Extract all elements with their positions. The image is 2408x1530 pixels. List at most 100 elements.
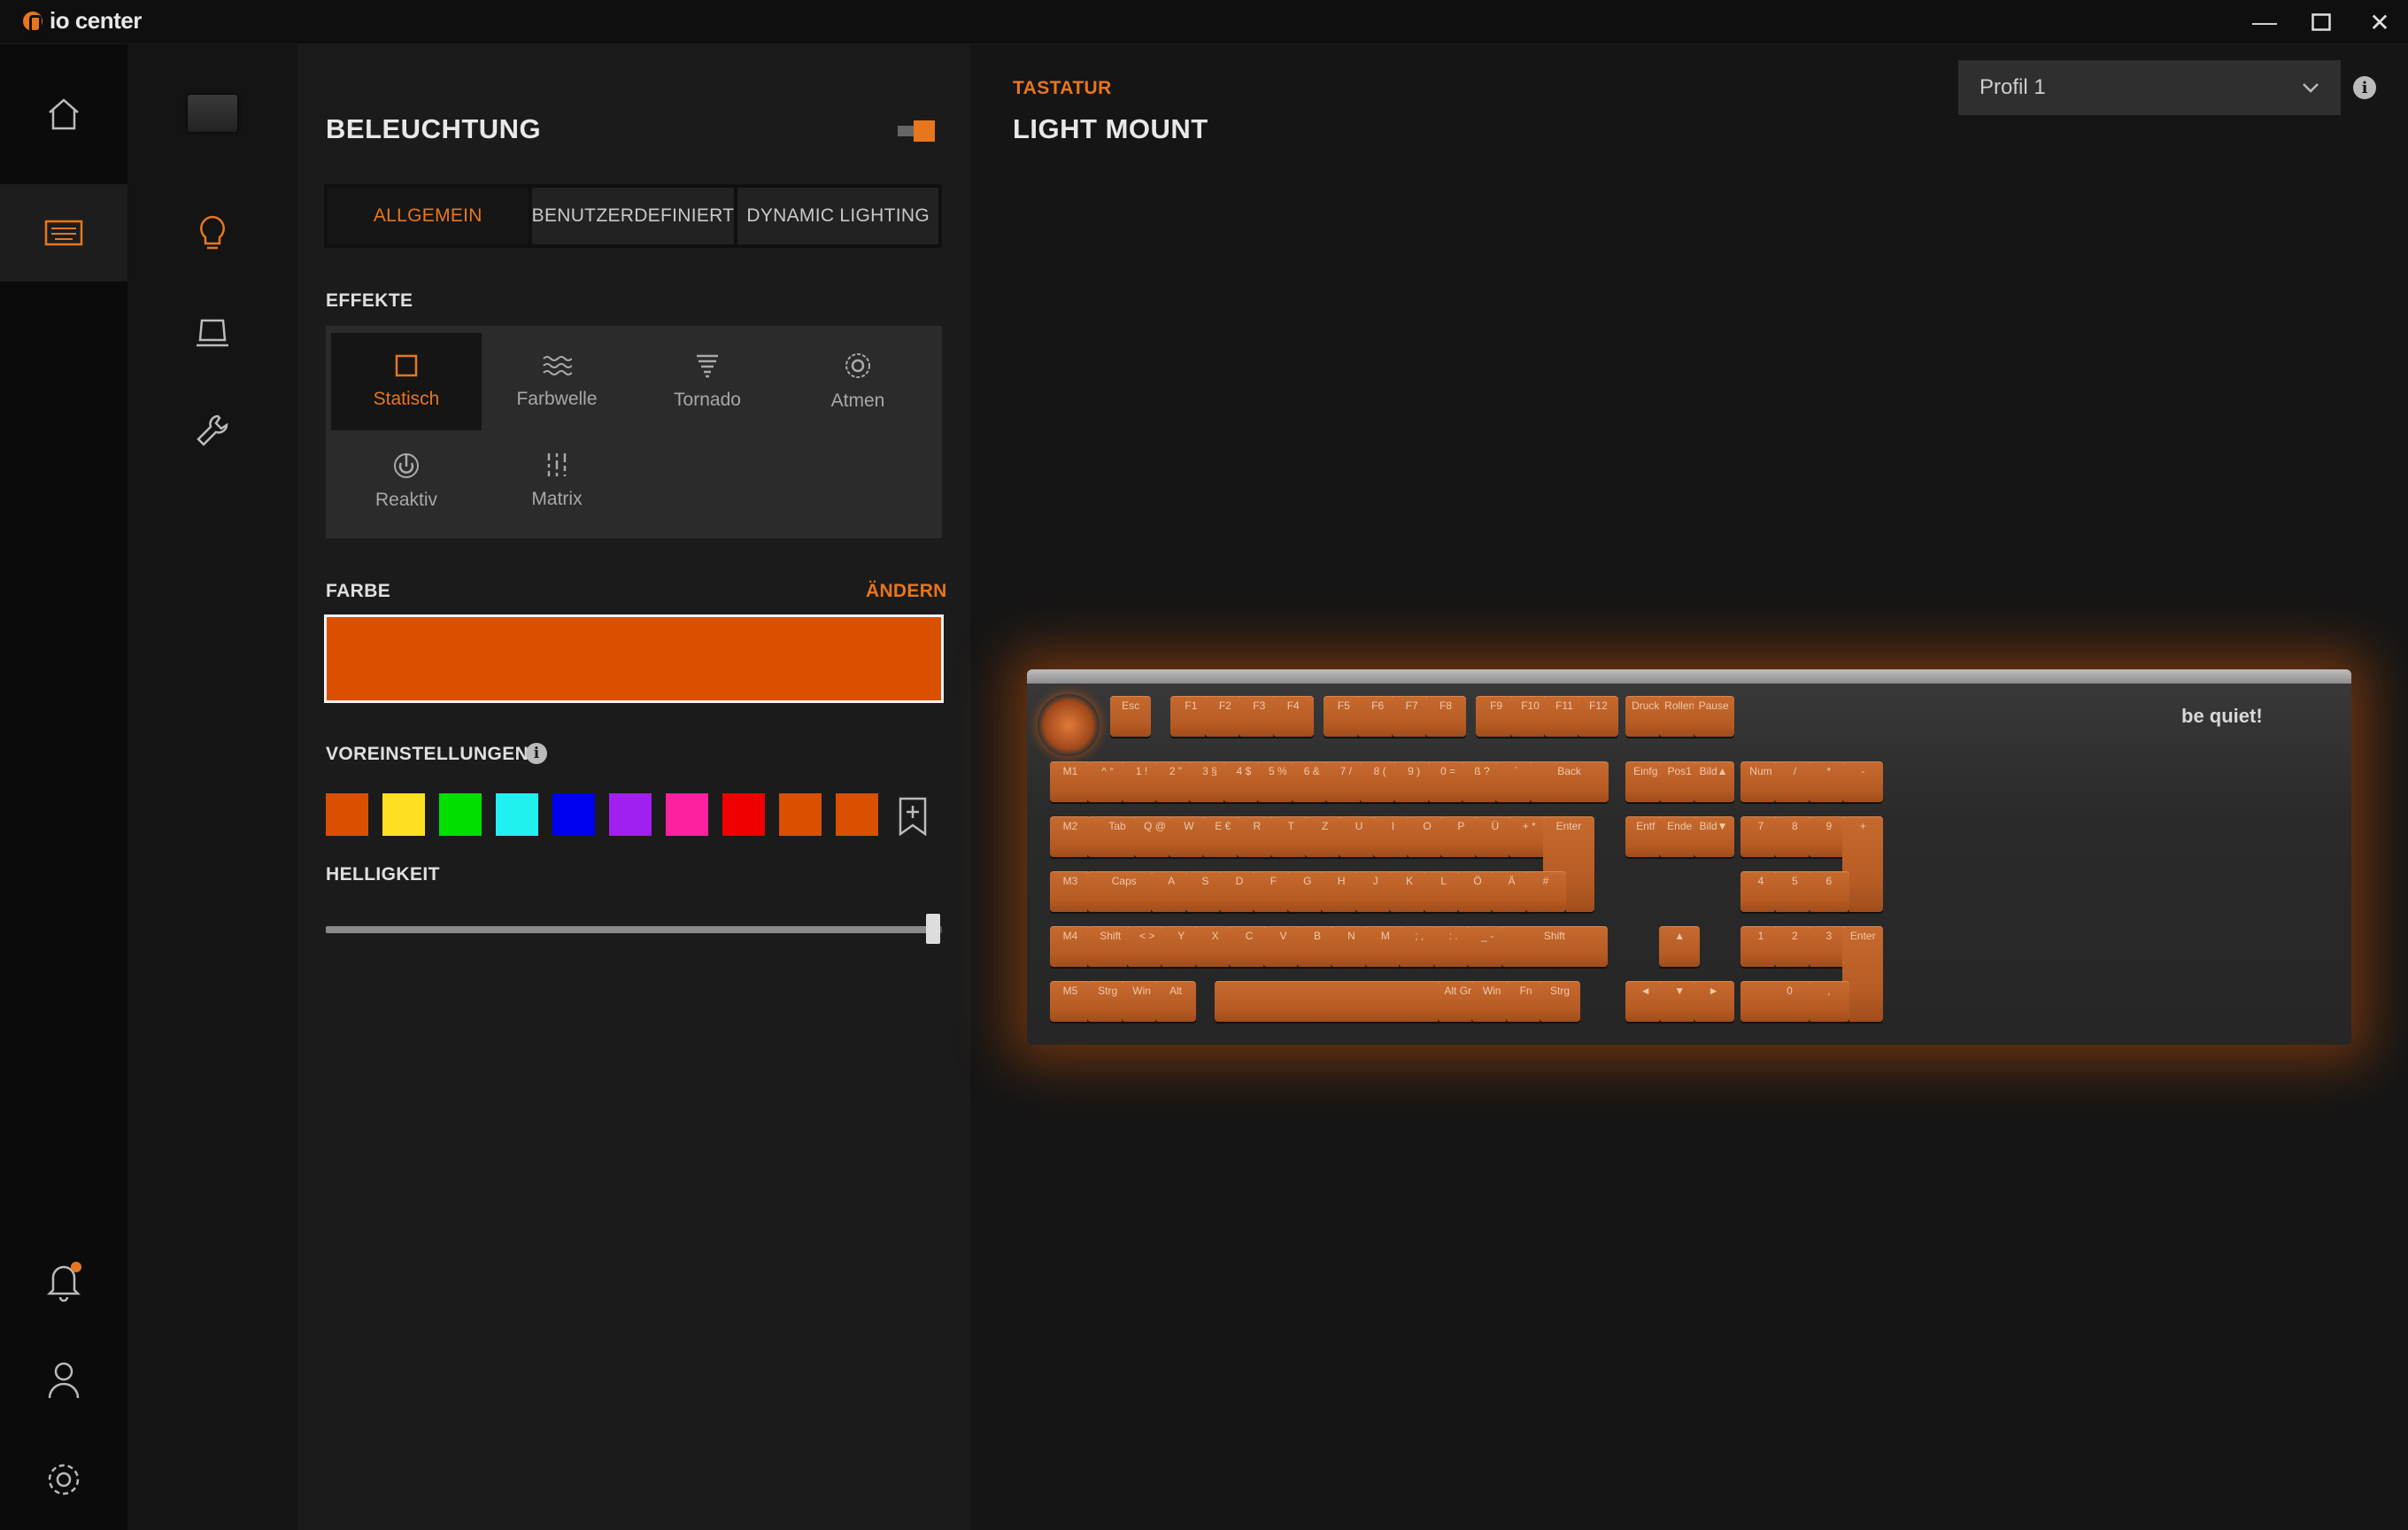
keyboard-key: Back	[1529, 761, 1609, 802]
keyboard-key: #	[1524, 871, 1566, 912]
nav-settings[interactable]	[0, 1431, 127, 1528]
keyboard-key: Pause	[1693, 696, 1734, 737]
preset-swatch[interactable]	[609, 793, 652, 836]
lightbulb-icon	[200, 215, 225, 250]
square-icon	[395, 354, 418, 377]
nav-home[interactable]	[0, 66, 127, 163]
profile-info-icon[interactable]: i	[2353, 76, 2376, 99]
maximize-button[interactable]	[2293, 0, 2350, 44]
keyboard-key: F4	[1272, 696, 1314, 737]
wrench-icon	[197, 414, 228, 446]
app-title: io center	[23, 7, 142, 35]
subnav-device-settings[interactable]	[127, 289, 297, 377]
keyboard-key: M2	[1050, 816, 1091, 857]
nav-keyboard[interactable]	[0, 184, 127, 282]
effect-label: Tornado	[674, 390, 741, 410]
profile-dropdown-value: Profil 1	[1980, 75, 2046, 99]
effects-grid: Statisch Farbwelle Tornado Atmen Reaktiv…	[326, 326, 942, 538]
keyboard-key: F8	[1425, 696, 1467, 737]
lighting-toggle[interactable]	[898, 120, 935, 142]
tornado-icon	[697, 354, 718, 378]
effect-label: Matrix	[531, 489, 583, 509]
keyboard-key: Bild▲	[1693, 761, 1734, 802]
save-preset-button[interactable]	[898, 797, 928, 840]
preset-swatch[interactable]	[326, 793, 368, 836]
panel-title: BELEUCHTUNG	[326, 113, 542, 144]
effects-label: EFFEKTE	[326, 290, 413, 311]
nav-notifications[interactable]	[0, 1232, 127, 1330]
keyboard-key: Caps	[1087, 871, 1162, 912]
preset-swatch[interactable]	[666, 793, 708, 836]
color-label: FARBE	[326, 581, 391, 601]
keyboard-key: F12	[1578, 696, 1619, 737]
brightness-slider-handle[interactable]	[926, 914, 940, 944]
effect-farbwelle[interactable]: Farbwelle	[482, 333, 632, 430]
device-name: LIGHT MOUNT	[1013, 113, 1208, 144]
subnav-tools[interactable]	[127, 386, 297, 475]
brightness-label: HELLIGKEIT	[326, 864, 440, 885]
presets-info-icon[interactable]: i	[526, 743, 547, 764]
bookmark-add-icon	[899, 797, 927, 837]
lighting-panel	[297, 44, 970, 1530]
preset-swatch[interactable]	[382, 793, 425, 836]
effect-atmen[interactable]: Atmen	[783, 333, 933, 430]
keyboard-key: Strg	[1540, 981, 1581, 1022]
keyboard-key: Esc	[1110, 696, 1152, 737]
preset-swatch[interactable]	[496, 793, 538, 836]
keyboard-key: Shift	[1501, 926, 1609, 967]
brightness-slider-fill	[326, 926, 935, 933]
nav-account[interactable]	[0, 1332, 127, 1429]
keyboard-key: ▲	[1659, 926, 1701, 967]
effect-matrix[interactable]: Matrix	[482, 432, 632, 529]
keyboard-key: M3	[1050, 871, 1091, 912]
keyboard-icon	[44, 220, 83, 246]
effect-label: Farbwelle	[516, 389, 598, 409]
title-bar	[0, 0, 2408, 44]
keyboard-key: M1	[1050, 761, 1091, 802]
device-category: TASTATUR	[1013, 78, 1112, 98]
tab-benutzerdefiniert[interactable]: BENUTZERDEFINIERT	[531, 188, 735, 244]
minimize-button[interactable]: —	[2236, 0, 2293, 44]
effect-reaktiv[interactable]: Reaktiv	[331, 432, 482, 529]
reactive-icon	[394, 453, 419, 478]
tab-dynamic-lighting[interactable]: DYNAMIC LIGHTING	[737, 188, 939, 244]
matrix-icon	[547, 453, 567, 476]
keyboard-brand-logo: be quiet!	[2181, 705, 2263, 727]
preset-swatch[interactable]	[779, 793, 822, 836]
device-thumbnail[interactable]	[127, 69, 297, 158]
keyboard-key: -	[1842, 761, 1884, 802]
preset-swatch[interactable]	[552, 793, 595, 836]
keyboard-key: Bild▼	[1693, 816, 1734, 857]
keyboard-key: M4	[1050, 926, 1091, 967]
wave-icon	[543, 356, 572, 375]
effect-label: Atmen	[830, 390, 885, 411]
subnav-lighting[interactable]	[127, 189, 297, 278]
volume-knob	[1038, 694, 1100, 756]
keyboard-key: 6	[1808, 871, 1849, 912]
preset-swatch[interactable]	[722, 793, 765, 836]
preset-swatch[interactable]	[836, 793, 878, 836]
tab-allgemein[interactable]: ALLGEMEIN	[328, 188, 529, 244]
io-logo-icon	[23, 11, 42, 33]
preset-swatch[interactable]	[439, 793, 482, 836]
keyboard-key: ►	[1693, 981, 1734, 1022]
change-color-button[interactable]: ÄNDERN	[866, 581, 947, 602]
keyboard-key: M5	[1050, 981, 1091, 1022]
keyboard-key: Alt	[1155, 981, 1197, 1022]
profile-dropdown[interactable]: Profil 1	[1958, 60, 2341, 115]
effect-label: Reaktiv	[374, 490, 438, 510]
chevron-down-icon	[2303, 83, 2319, 93]
color-preview[interactable]	[324, 614, 944, 703]
lighting-tabs: ALLGEMEIN BENUTZERDEFINIERT DYNAMIC LIGH…	[324, 184, 942, 248]
home-icon	[49, 98, 79, 130]
effect-statisch[interactable]: Statisch	[331, 333, 482, 430]
maximize-icon	[2312, 13, 2331, 31]
close-button[interactable]: ✕	[2351, 0, 2408, 44]
breathe-icon	[845, 353, 870, 378]
keyboard-thumbnail-icon	[188, 95, 237, 132]
effect-tornado[interactable]: Tornado	[632, 333, 783, 430]
app-title-text: io center	[50, 7, 142, 34]
bell-icon	[46, 1262, 81, 1302]
keyboard-key: ,	[1808, 981, 1849, 1022]
presets-label: VOREINSTELLUNGEN	[326, 744, 529, 764]
